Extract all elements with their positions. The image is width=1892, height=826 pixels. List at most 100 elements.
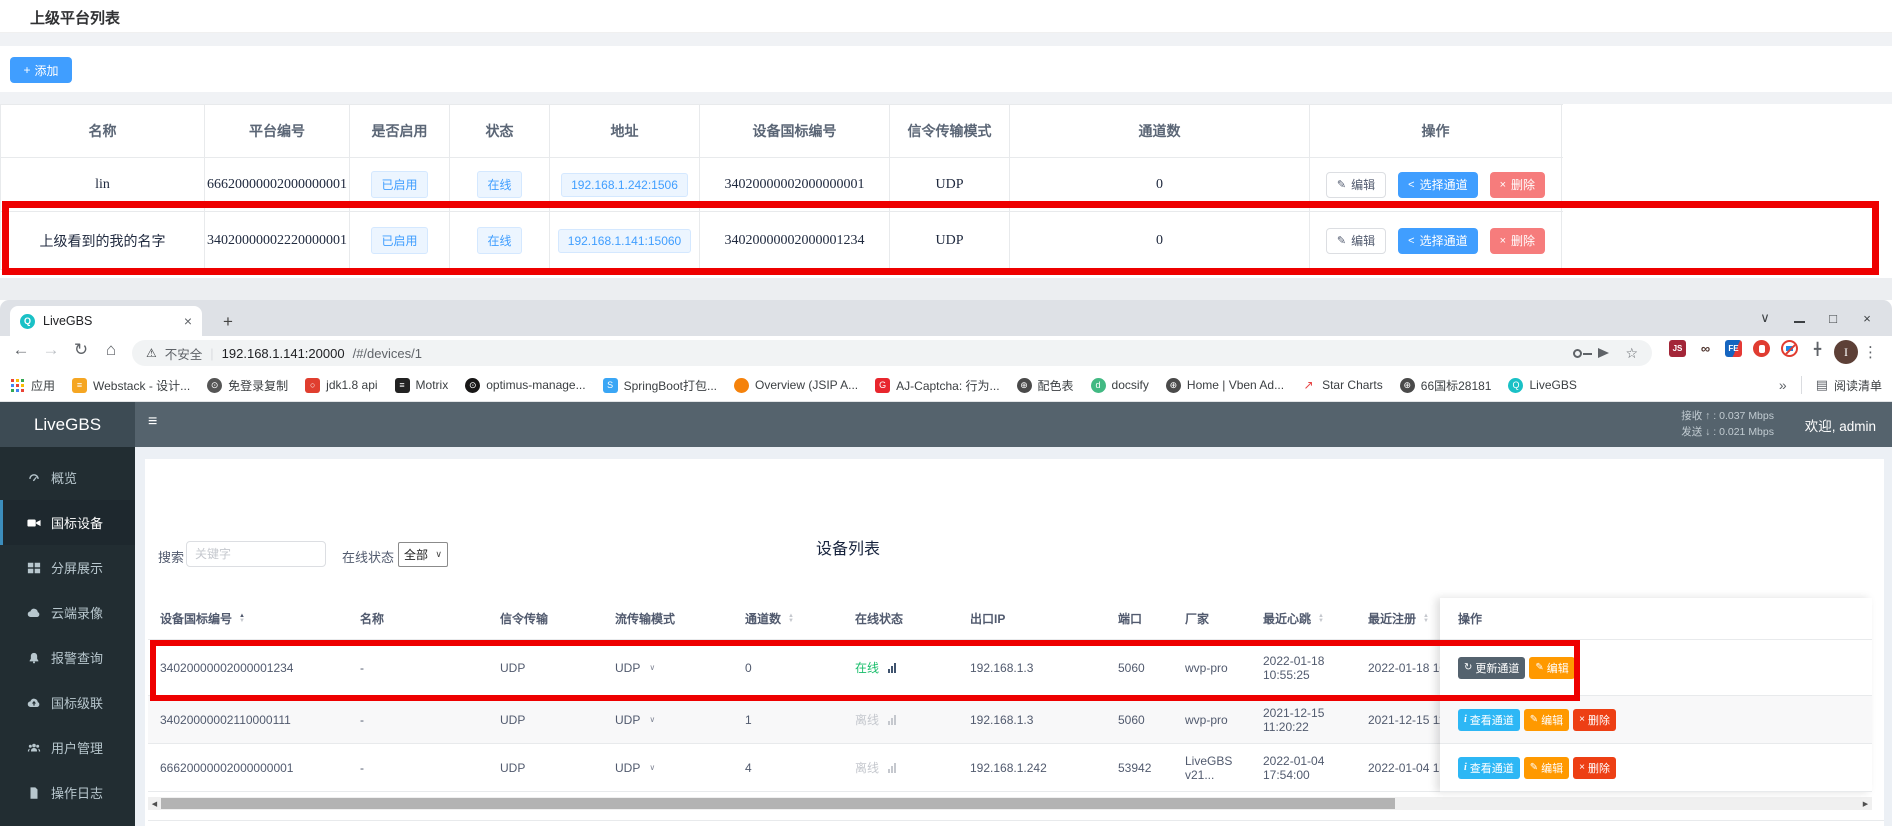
sidebar: 概览 国标设备 分屏展示 云端录像 报警查询 国标级联 用户管理 操作日志	[0, 447, 135, 826]
scrollbar-track[interactable]	[161, 797, 1859, 810]
view-channels-button[interactable]: i查看通道	[1458, 757, 1520, 779]
window-close-button[interactable]: ×	[1850, 311, 1884, 326]
extension-fe-icon[interactable]: FE	[1725, 340, 1742, 357]
extension-camera-blocker-icon[interactable]	[1781, 340, 1798, 357]
bookmark-aj-captcha[interactable]: GAJ-Captcha: 行为...	[875, 377, 999, 394]
stream-info-chart-icon[interactable]	[888, 763, 896, 773]
bookmark-springboot[interactable]: SSpringBoot打包...	[603, 377, 717, 394]
search-input[interactable]	[186, 541, 326, 567]
address-bar[interactable]: ⚠ 不安全 | 192.168.1.141:20000 /#/devices/1…	[132, 340, 1652, 366]
edit-button[interactable]: ✎编辑	[1326, 228, 1386, 254]
edit-icon: ✎	[1535, 662, 1543, 673]
back-icon[interactable]: ←	[8, 340, 34, 360]
bookmark-gb28181[interactable]: ⊕66国标28181	[1400, 377, 1492, 394]
delete-device-button[interactable]: ×删除	[1573, 709, 1616, 731]
select-value: 全部	[404, 546, 428, 563]
col-channels[interactable]: 通道数▲▼	[733, 610, 843, 627]
reading-list-button[interactable]: ▤阅读清单	[1816, 377, 1882, 394]
browser-tab-livegbs[interactable]: Q LiveGBS ×	[10, 306, 202, 336]
sidebar-item-operation-log[interactable]: 操作日志	[0, 770, 135, 815]
sidebar-item-overview[interactable]: 概览	[0, 455, 135, 500]
security-warning-icon[interactable]: ⚠	[146, 346, 157, 360]
browser-toolbar: ← → ↻ ⌂ ⚠ 不安全 | 192.168.1.141:20000 /#/d…	[0, 336, 1892, 369]
bookmark-jdk-api[interactable]: ○jdk1.8 api	[305, 378, 377, 393]
sidebar-item-gb-devices[interactable]: 国标设备	[0, 500, 135, 545]
edit-device-button[interactable]: ✎编辑	[1529, 657, 1574, 679]
window-maximize-button[interactable]: □	[1816, 311, 1850, 326]
send-to-device-icon[interactable]	[1598, 348, 1609, 358]
update-channels-button[interactable]: ↻更新通道	[1458, 657, 1525, 679]
select-channel-button[interactable]: <选择通道	[1398, 172, 1477, 198]
stream-mode-select[interactable]: UDP∨	[603, 761, 733, 775]
delete-device-button[interactable]: ×删除	[1573, 757, 1616, 779]
window-minimize-button[interactable]	[1782, 311, 1816, 326]
sidebar-item-gb-cascade[interactable]: 国标级联	[0, 680, 135, 725]
address-badge[interactable]: 192.168.1.141:15060	[558, 229, 691, 253]
extension-glasses-icon[interactable]: ∞	[1697, 340, 1714, 357]
col-device-gb-id: 设备国标编号	[700, 105, 890, 157]
online-state: 离线	[855, 759, 879, 776]
sidebar-item-split-screen[interactable]: 分屏展示	[0, 545, 135, 590]
vendor: LiveGBS v21...	[1173, 754, 1251, 782]
welcome-user[interactable]: 欢迎, admin	[1805, 415, 1876, 435]
browser-menu-icon[interactable]: ⋮	[1863, 343, 1878, 361]
sidebar-toggle-icon[interactable]: ≡	[148, 413, 157, 431]
extensions-puzzle-icon[interactable]: ╋	[1809, 340, 1826, 357]
bookmark-star-charts[interactable]: ↗Star Charts	[1301, 378, 1383, 393]
password-key-icon[interactable]	[1573, 349, 1582, 358]
divider-band	[0, 92, 1892, 104]
bookmark-motrix[interactable]: ≡Motrix	[395, 378, 449, 393]
bookmark-vben[interactable]: ⊕Home | Vben Ad...	[1166, 378, 1284, 393]
view-channels-button[interactable]: i查看通道	[1458, 709, 1520, 731]
delete-button[interactable]: ×删除	[1490, 172, 1545, 198]
col-port: 端口	[1106, 610, 1173, 627]
home-icon[interactable]: ⌂	[98, 340, 124, 360]
bookmark-livegbs[interactable]: QLiveGBS	[1508, 378, 1576, 393]
scrollbar-thumb[interactable]	[161, 798, 1395, 809]
add-platform-button[interactable]: + 添加	[10, 57, 72, 83]
extension-adblock-icon[interactable]	[1753, 340, 1770, 357]
stream-mode-select[interactable]: UDP∨	[603, 713, 733, 727]
port: 5060	[1106, 713, 1173, 727]
extension-js-icon[interactable]: JS	[1669, 340, 1686, 357]
tab-close-icon[interactable]: ×	[184, 313, 192, 329]
bookmark-apps[interactable]: 应用	[10, 377, 55, 394]
sidebar-item-cloud-recording[interactable]: 云端录像	[0, 590, 135, 635]
bookmark-star-icon[interactable]: ☆	[1625, 345, 1638, 362]
scroll-left-icon[interactable]: ◀	[148, 797, 161, 810]
online-state: 离线	[855, 711, 879, 728]
edit-button[interactable]: ✎编辑	[1326, 172, 1386, 198]
delete-button[interactable]: ×删除	[1490, 228, 1545, 254]
online-status-select[interactable]: 全部 ∨	[398, 542, 448, 567]
bookmark-copy-site[interactable]: ⊙免登录复制	[207, 377, 288, 394]
select-channel-button[interactable]: <选择通道	[1398, 228, 1477, 254]
sidebar-item-user-management[interactable]: 用户管理	[0, 725, 135, 770]
sidebar-item-alarm-query[interactable]: 报警查询	[0, 635, 135, 680]
scroll-right-icon[interactable]: ▶	[1859, 797, 1872, 810]
edit-device-button[interactable]: ✎编辑	[1524, 709, 1569, 731]
bookmark-docsify[interactable]: ddocsify	[1091, 378, 1149, 393]
camera-icon	[27, 516, 41, 530]
app-logo[interactable]: LiveGBS	[0, 402, 135, 447]
stream-mode-select[interactable]: UDP∨	[603, 661, 733, 675]
col-gb-id[interactable]: 设备国标编号▲▼	[148, 610, 348, 627]
profile-avatar[interactable]: I	[1834, 340, 1858, 364]
bookmarks-overflow-icon[interactable]: »	[1779, 377, 1787, 393]
bookmark-color-table[interactable]: ⊕配色表	[1017, 377, 1074, 394]
platform-name: 上级看到的我的名字	[40, 231, 166, 251]
reload-icon[interactable]: ↻	[68, 340, 94, 360]
bookmark-jsip[interactable]: Overview (JSIP A...	[734, 378, 858, 393]
heartbeat: 2021-12-15 11:20:22	[1251, 706, 1356, 734]
sidebar-item-basic-config[interactable]: 基础配置	[0, 815, 135, 826]
stream-info-chart-icon[interactable]	[888, 715, 896, 725]
forward-icon[interactable]: →	[38, 340, 64, 360]
col-online-state: 在线状态	[843, 610, 958, 627]
address-badge[interactable]: 192.168.1.242:1506	[561, 173, 688, 197]
bookmark-webstack[interactable]: ≡Webstack - 设计...	[72, 377, 190, 394]
bookmark-github[interactable]: ⊙optimus-manage...	[465, 378, 585, 393]
col-heartbeat[interactable]: 最近心跳▲▼	[1251, 610, 1356, 627]
edit-device-button[interactable]: ✎编辑	[1524, 757, 1569, 779]
tab-search-chevron-icon[interactable]: ∨	[1748, 310, 1782, 326]
stream-info-chart-icon[interactable]	[888, 663, 896, 673]
new-tab-button[interactable]: +	[216, 310, 240, 334]
